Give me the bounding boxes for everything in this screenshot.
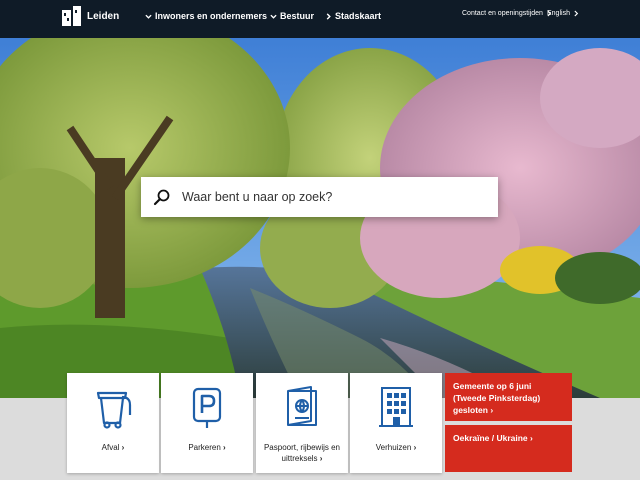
nav-bestuur[interactable]: Bestuur	[270, 11, 314, 21]
tile-paspoort[interactable]: Paspoort, rijbewijs en uittreksels ›	[256, 373, 348, 473]
contact-link[interactable]: Contact en openingstijden	[462, 10, 552, 17]
english-label: English	[547, 10, 570, 17]
alert-pinksteren[interactable]: Gemeente op 6 juni (Tweede Pinksterdag) …	[445, 373, 572, 421]
nav-inwoners[interactable]: Inwoners en ondernemers	[145, 11, 267, 21]
contact-label: Contact en openingstijden	[462, 10, 543, 17]
nav-stadskaart[interactable]: Stadskaart	[325, 11, 381, 21]
logo-text[interactable]: Leiden	[87, 11, 119, 22]
parking-icon	[192, 387, 222, 428]
tile-text: Paspoort, rijbewijs en uittreksels	[263, 443, 341, 463]
search-input[interactable]	[182, 190, 482, 204]
chevron-down-icon	[145, 14, 152, 19]
tile-verhuizen[interactable]: Verhuizen ›	[350, 373, 442, 473]
nav-label: Inwoners en ondernemers	[155, 11, 268, 21]
leiden-logo-icon[interactable]	[62, 6, 82, 28]
chevron-right-icon	[574, 10, 579, 17]
english-link[interactable]: English	[547, 10, 579, 17]
search-box	[141, 177, 498, 217]
waste-bin-icon	[96, 391, 132, 429]
building-icon	[379, 387, 413, 427]
chevron-right-icon: ›	[490, 405, 494, 415]
chevron-right-icon: ›	[121, 443, 125, 452]
passport-icon	[287, 386, 317, 426]
nav-label: Bestuur	[280, 11, 315, 21]
hero-image	[0, 38, 640, 398]
tile-label: Parkeren ›	[165, 442, 249, 453]
alert-text: Gemeente op 6 juni (Tweede Pinksterdag) …	[453, 381, 541, 415]
site-header: Leiden Inwoners en ondernemers Bestuur S…	[0, 0, 640, 38]
tile-label: Afval ›	[71, 442, 155, 453]
tile-text: Verhuizen	[375, 443, 412, 452]
alert-text: Oekraïne / Ukraine	[453, 433, 528, 443]
tile-parkeren[interactable]: Parkeren ›	[161, 373, 253, 473]
chevron-right-icon: ›	[530, 433, 533, 443]
chevron-down-icon	[270, 14, 277, 19]
hero-landscape	[0, 38, 640, 398]
chevron-right-icon: ›	[319, 454, 323, 463]
tile-label: Paspoort, rijbewijs en uittreksels ›	[260, 442, 344, 464]
tile-afval[interactable]: Afval ›	[67, 373, 159, 473]
search-icon[interactable]	[153, 188, 171, 206]
alert-oekraine[interactable]: Oekraïne / Ukraine ›	[445, 425, 572, 472]
chevron-right-icon: ›	[413, 443, 417, 452]
tile-text: Parkeren	[188, 443, 221, 452]
tile-label: Verhuizen ›	[354, 442, 438, 453]
nav-label: Stadskaart	[335, 11, 382, 21]
chevron-right-icon: ›	[223, 443, 226, 452]
chevron-right-icon	[326, 12, 331, 20]
tile-text: Afval	[101, 443, 120, 452]
